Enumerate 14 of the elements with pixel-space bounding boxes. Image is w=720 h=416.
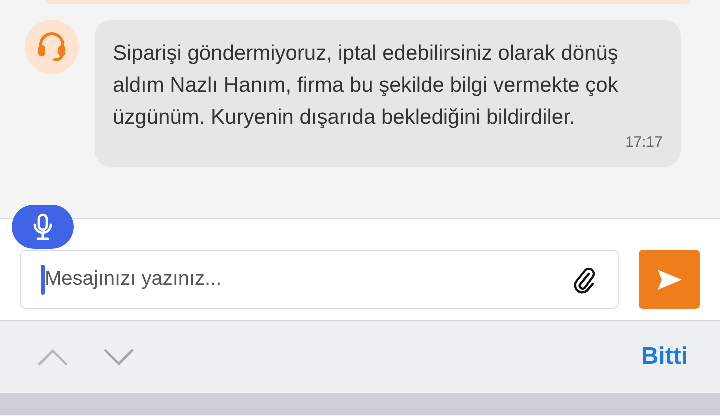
chevron-down-icon[interactable] bbox=[104, 348, 134, 366]
message-time: 17:17 bbox=[625, 134, 663, 151]
send-icon bbox=[656, 268, 682, 290]
microphone-button[interactable] bbox=[12, 205, 74, 249]
text-cursor bbox=[41, 264, 45, 294]
chevron-up-icon[interactable] bbox=[38, 348, 68, 366]
paperclip-icon[interactable] bbox=[572, 266, 598, 294]
message-text: Siparişi göndermiyoruz, iptal edebilirsiniz olarak dönüş aldım Nazlı Hanım, firma bu şekilde bilgi vermekte çok üzgünüm. Kuryenin dışarıda beklediğini bildirdiler. bbox=[113, 41, 620, 131]
done-button[interactable]: Bitti bbox=[641, 343, 688, 371]
send-button[interactable] bbox=[639, 250, 700, 309]
message-input[interactable]: Mesajınızı yazınız... bbox=[45, 268, 572, 291]
headset-icon bbox=[36, 31, 68, 63]
microphone-icon bbox=[32, 213, 54, 241]
message-field[interactable]: Mesajınızı yazınız... bbox=[20, 250, 619, 309]
